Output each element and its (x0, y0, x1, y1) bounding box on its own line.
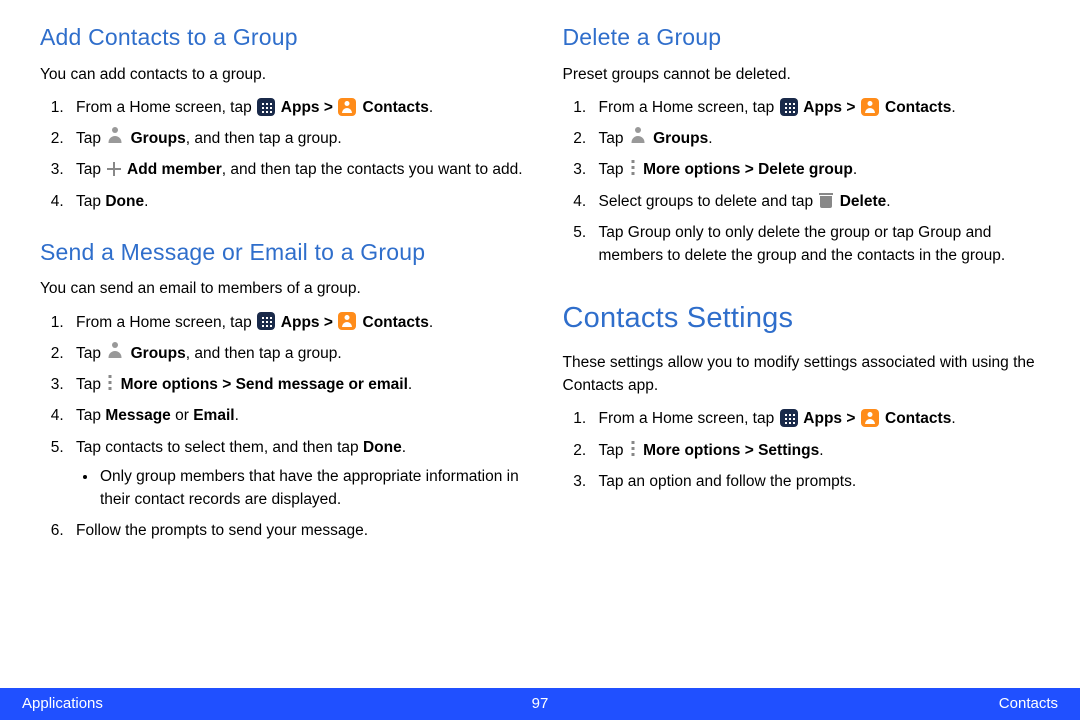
footer-bar: Applications 97 Contacts (0, 688, 1080, 720)
step: Tap Group only to only delete the group … (591, 221, 1051, 268)
step: Select groups to delete and tap Delete. (591, 190, 1051, 213)
bullet-list: Only group members that have the appropr… (76, 465, 528, 512)
intro-text: You can add contacts to a group. (40, 63, 528, 86)
footer-left: Applications (22, 693, 103, 716)
section-add-contacts: Add Contacts to a Group You can add cont… (40, 20, 528, 213)
step: Tap More options > Settings. (591, 439, 1051, 462)
more-icon (630, 159, 636, 177)
step: Tap Groups, and then tap a group. (68, 342, 528, 365)
step: Tap More options > Delete group. (591, 158, 1051, 181)
footer-right: Contacts (999, 693, 1058, 716)
contacts-icon (861, 409, 879, 427)
step: Tap contacts to select them, and then ta… (68, 436, 528, 512)
person-icon (106, 342, 124, 358)
apps-icon (257, 312, 275, 330)
step: From a Home screen, tap Apps > Contacts. (68, 311, 528, 334)
contacts-icon (861, 98, 879, 116)
section-contacts-settings: Contacts Settings These settings allow y… (563, 297, 1051, 493)
step: Tap Groups. (591, 127, 1051, 150)
heading: Send a Message or Email to a Group (40, 235, 528, 270)
steps-list: From a Home screen, tap Apps > Contacts.… (563, 407, 1051, 493)
person-icon (629, 127, 647, 143)
step: From a Home screen, tap Apps > Contacts. (68, 96, 528, 119)
trash-icon (819, 192, 833, 208)
step: From a Home screen, tap Apps > Contacts. (591, 96, 1051, 119)
step: From a Home screen, tap Apps > Contacts. (591, 407, 1051, 430)
section-delete-group: Delete a Group Preset groups cannot be d… (563, 20, 1051, 267)
contacts-icon (338, 98, 356, 116)
heading: Delete a Group (563, 20, 1051, 55)
page-body: Add Contacts to a Group You can add cont… (0, 0, 1080, 680)
apps-icon (780, 409, 798, 427)
right-column: Delete a Group Preset groups cannot be d… (563, 20, 1051, 680)
intro-text: These settings allow you to modify setti… (563, 351, 1051, 398)
intro-text: You can send an email to members of a gr… (40, 277, 528, 300)
steps-list: From a Home screen, tap Apps > Contacts.… (40, 96, 528, 213)
step: Tap an option and follow the prompts. (591, 470, 1051, 493)
steps-list: From a Home screen, tap Apps > Contacts.… (563, 96, 1051, 268)
step: Tap Groups, and then tap a group. (68, 127, 528, 150)
left-column: Add Contacts to a Group You can add cont… (40, 20, 528, 680)
apps-icon (780, 98, 798, 116)
step: Follow the prompts to send your message. (68, 519, 528, 542)
step: Tap Message or Email. (68, 404, 528, 427)
steps-list: From a Home screen, tap Apps > Contacts.… (40, 311, 528, 543)
heading: Add Contacts to a Group (40, 20, 528, 55)
section-send-message: Send a Message or Email to a Group You c… (40, 235, 528, 543)
more-icon (107, 374, 113, 392)
bullet: Only group members that have the appropr… (98, 465, 528, 512)
intro-text: Preset groups cannot be deleted. (563, 63, 1051, 86)
contacts-icon (338, 312, 356, 330)
heading-large: Contacts Settings (563, 297, 1051, 341)
step: Tap Done. (68, 190, 528, 213)
apps-icon (257, 98, 275, 116)
more-icon (630, 440, 636, 458)
step: Tap Add member, and then tap the contact… (68, 158, 528, 181)
person-icon (106, 127, 124, 143)
step: Tap More options > Send message or email… (68, 373, 528, 396)
page-number: 97 (532, 693, 549, 716)
plus-icon (107, 162, 121, 176)
